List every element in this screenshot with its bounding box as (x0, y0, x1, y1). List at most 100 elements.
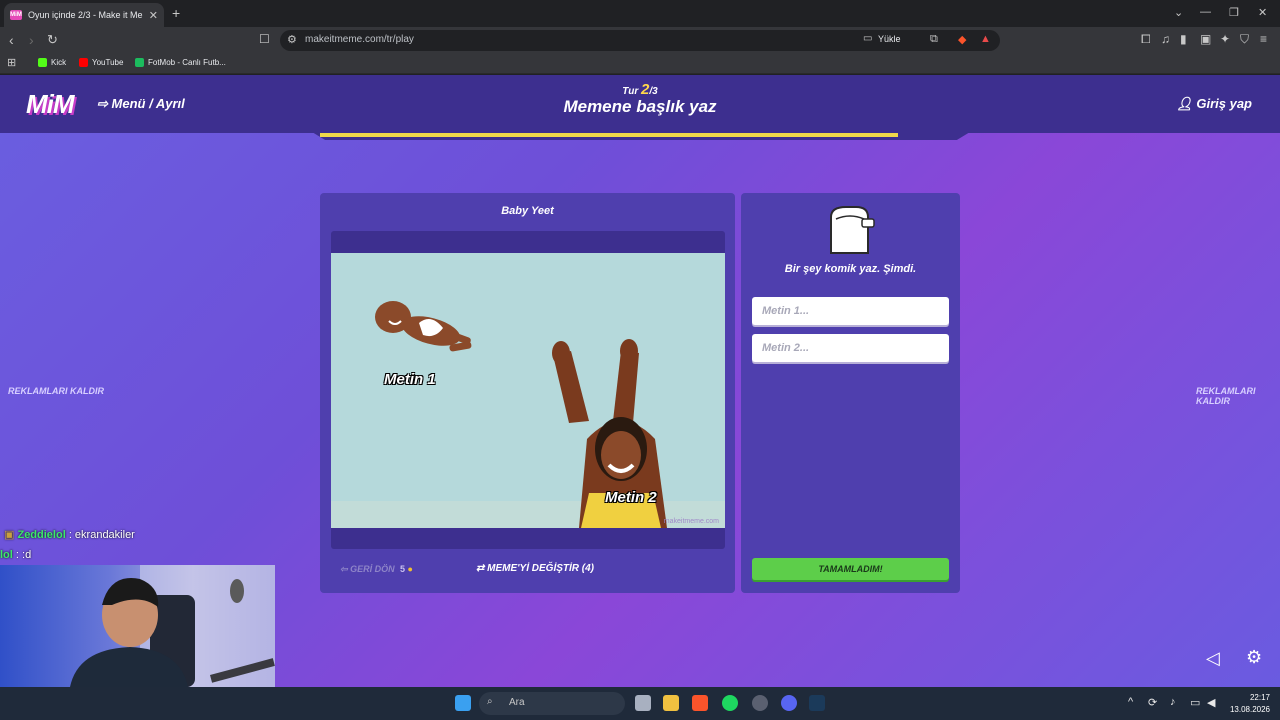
webcam-feed (70, 565, 275, 687)
browser-tab-bar: MiM Oyun içinde 2/3 - Make it Meme ✕ + ⌄… (0, 0, 1280, 27)
tab-title: Oyun içinde 2/3 - Make it Meme (28, 10, 143, 20)
sound-toggle-icon[interactable]: ◁ (1206, 648, 1220, 669)
close-window-icon[interactable]: ✕ (1258, 6, 1267, 19)
system-clock[interactable]: 22:17 13.08.2026 (1230, 692, 1270, 716)
leo-ai-icon[interactable]: ✦ (1220, 32, 1230, 46)
clock-time: 22:17 (1249, 693, 1270, 702)
chat-line: ▣ Zeddielol : ekrandakiler (4, 528, 135, 541)
meme-text-slot-2: Metin 2 (605, 489, 657, 506)
file-explorer-icon[interactable] (663, 695, 679, 711)
bookmark-label: Kick (51, 58, 67, 67)
swap-icon: ⇄ (476, 563, 485, 574)
tab-search-icon[interactable]: ⌄ (1174, 6, 1183, 19)
discord-icon[interactable] (781, 695, 797, 711)
bookmarks-bar: ⊞ Kick YouTube FotMob - Canlı Futb... (0, 54, 1280, 74)
search-icon: ⌕ (487, 696, 493, 707)
editor-prompt: Bir şey komik yaz. Şimdi. (784, 263, 917, 275)
brave-shield-icon[interactable]: ◆ (958, 33, 966, 46)
meme-watermark: makeitmeme.com (663, 518, 719, 525)
bookmark-youtube[interactable]: YouTube (79, 58, 123, 67)
media-icon[interactable]: ♫ (1161, 32, 1170, 46)
bookmark-label: YouTube (92, 58, 124, 67)
coin-icon: ● (407, 564, 413, 574)
settings-gear-icon[interactable]: ⚙ (1246, 647, 1262, 668)
meme-text-slot-1: Metin 1 (384, 371, 436, 388)
network-icon[interactable]: ▭ (1190, 696, 1200, 709)
reload-icon[interactable]: ↻ (47, 32, 58, 48)
meme-title: Baby Yeet (501, 205, 554, 217)
game-header: MiM ⇨ Menü / Ayrıl Tur 2/3 Memene başlık… (0, 75, 1280, 133)
coin-count-value: 5 (400, 564, 406, 574)
progress-fill (320, 133, 898, 137)
badge-icon: ▣ (4, 529, 15, 541)
caption-input-2[interactable] (752, 334, 949, 362)
caption-input-1[interactable] (752, 297, 949, 325)
menu-icon[interactable]: ≡ (1260, 32, 1267, 46)
chat-message: : :d (15, 549, 32, 561)
kick-icon (38, 58, 47, 67)
url-text: makeitmeme.com/tr/play (305, 34, 414, 45)
steam-icon[interactable] (809, 695, 825, 711)
sidebar-icon[interactable]: ▮ (1180, 32, 1187, 46)
bookmark-kick[interactable]: Kick (38, 58, 66, 67)
apps-icon[interactable]: ⊞ (7, 56, 16, 69)
sync-icon[interactable]: ⟳ (1148, 696, 1157, 709)
windows-taskbar: ⌕ Ara ^ ⟳ ♪ ▭ ◀ 22:17 13.08.2026 (0, 687, 1280, 720)
fotmob-icon (135, 58, 144, 67)
vpn-icon[interactable]: ⛉ (1240, 32, 1249, 47)
chat-username: Zeddielol (17, 529, 66, 541)
page-title: Memene başlık yaz (563, 97, 717, 116)
clock-date: 13.08.2026 (1229, 705, 1270, 714)
change-meme-label: MEME'Yİ DEĞİŞTİR (4) (487, 563, 595, 574)
bookmark-fotmob[interactable]: FotMob - Canlı Futb... (135, 58, 226, 67)
round-progress-bar (312, 132, 970, 140)
translate-icon[interactable]: ⧉ (930, 33, 938, 46)
round-prefix: Tur (622, 86, 639, 97)
maximize-icon[interactable]: ❐ (1229, 6, 1239, 19)
meme-card: Baby Yeet Metin 1 Metin 2 makeitmeme.com… (320, 193, 735, 593)
new-tab-button[interactable]: + (172, 5, 180, 21)
login-label: Giriş yap (1196, 96, 1252, 111)
address-bar[interactable]: ⚙ makeitmeme.com/tr/play ▭ Yükle ⧉ ◆ ▲ (280, 30, 1000, 51)
go-back-label: GERİ DÖN (350, 564, 395, 574)
close-tab-icon[interactable]: ✕ (149, 9, 158, 22)
install-icon: ▭ (863, 33, 873, 44)
microphone-icon[interactable]: ♪ (1170, 696, 1176, 708)
meme-image: Metin 1 Metin 2 makeitmeme.com (331, 253, 725, 528)
browser-tab[interactable]: MiM Oyun içinde 2/3 - Make it Meme ✕ (4, 3, 164, 27)
remove-ads-right[interactable]: REKLAMLARI KALDIR (1196, 386, 1280, 406)
baby-yeet-illustration (331, 253, 725, 528)
chat-message: : ekrandakiler (68, 529, 135, 541)
steelseries-icon[interactable] (752, 695, 768, 711)
forward-icon[interactable]: › (29, 32, 34, 48)
caption-editor-card: Bir şey komik yaz. Şimdi. TAMAMLADIM! (741, 193, 960, 593)
brave-rewards-icon[interactable]: ▲ (980, 33, 991, 45)
brave-browser-icon[interactable] (692, 695, 708, 711)
task-view-icon[interactable] (635, 695, 651, 711)
windows-start-icon[interactable] (455, 695, 471, 711)
change-meme-button[interactable]: ⇄ MEME'Yİ DEĞİŞTİR (4) (476, 563, 594, 574)
extensions-icon[interactable]: ⧠ (1141, 32, 1151, 47)
wallet-icon[interactable]: ▣ (1200, 32, 1211, 46)
minimize-icon[interactable]: — (1200, 6, 1211, 18)
chat-line: lol : :d (0, 549, 31, 561)
install-button[interactable]: Yükle (878, 34, 901, 44)
mascot-icon (830, 206, 875, 254)
bookmark-label: FotMob - Canlı Futb... (148, 58, 226, 67)
webcam-overlay (0, 565, 275, 687)
go-back-button[interactable]: ⇦ GERİ DÖN (340, 564, 395, 575)
user-icon: 👤︎ (1176, 96, 1193, 111)
remove-ads-left[interactable]: REKLAMLARI KALDIR (8, 386, 104, 396)
done-button[interactable]: TAMAMLADIM! (752, 558, 949, 580)
tray-overflow-icon[interactable]: ^ (1128, 696, 1133, 708)
address-toolbar: ‹ › ↻ ☐ ⚙ makeitmeme.com/tr/play ▭ Yükle… (0, 27, 1280, 54)
arrow-left-icon: ⇦ (340, 564, 348, 574)
volume-icon[interactable]: ◀ (1207, 696, 1215, 709)
login-link[interactable]: 👤︎ Giriş yap (1176, 96, 1252, 112)
site-info-icon[interactable]: ⚙ (287, 33, 297, 46)
taskbar-search[interactable]: ⌕ Ara (479, 692, 625, 715)
back-icon[interactable]: ‹ (9, 32, 14, 48)
game-page: MiM ⇨ Menü / Ayrıl Tur 2/3 Memene başlık… (0, 75, 1280, 687)
spotify-icon[interactable] (722, 695, 738, 711)
bookmark-icon[interactable]: ☐ (259, 32, 270, 46)
